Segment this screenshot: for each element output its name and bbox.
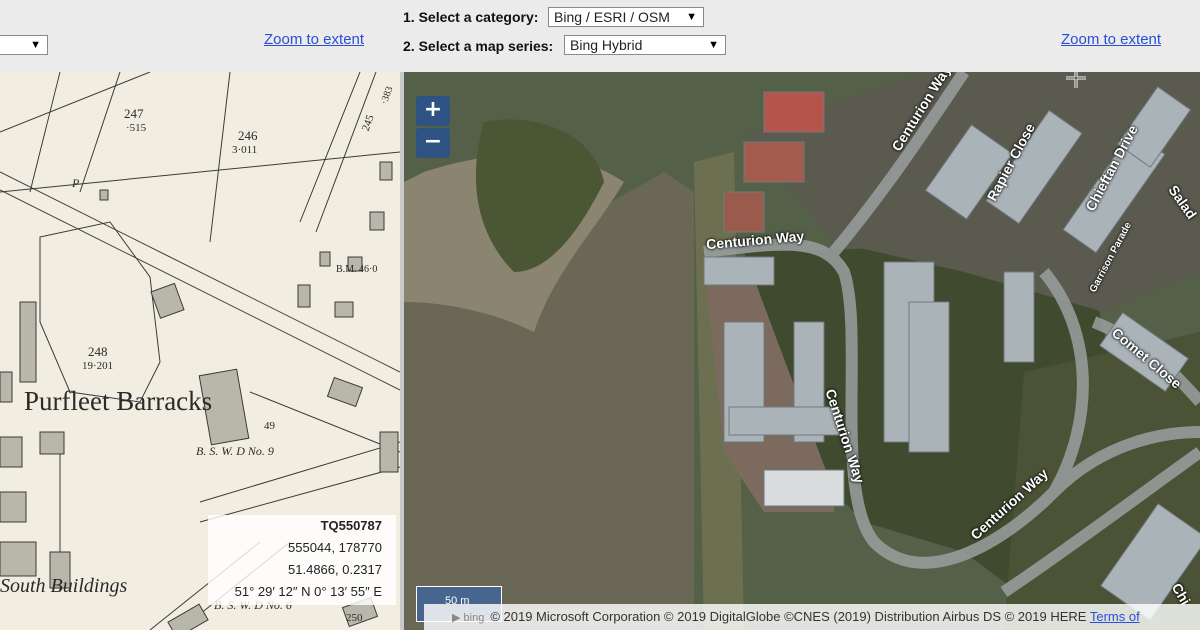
category-label: 1. Select a category: xyxy=(403,9,539,25)
bing-logo-text: bing xyxy=(463,612,485,624)
map-series-label: 2. Select a map series: xyxy=(403,38,554,54)
parcel-250-label: 250 xyxy=(346,612,363,624)
easting-northing: 555044, 178770 xyxy=(288,540,382,555)
south-buildings-label: South Buildings xyxy=(0,575,128,597)
right-zoom-to-extent-link[interactable]: Zoom to extent xyxy=(1061,31,1161,48)
category-select-value: Bing / ESRI / OSM xyxy=(554,9,670,25)
category-select[interactable]: Bing / ESRI / OSM ▼ xyxy=(548,7,704,27)
left-zoom-to-extent-link[interactable]: Zoom to extent xyxy=(264,31,364,48)
chevron-down-icon: ▼ xyxy=(686,11,697,23)
left-series-select[interactable]: ▼ xyxy=(0,35,48,55)
toolbar: ▼ Zoom to extent 1. Select a category: B… xyxy=(0,0,1200,72)
aerial-map[interactable]: + − Centurion Way Centurion Way Centurio… xyxy=(404,72,1200,630)
chevron-down-icon: ▼ xyxy=(30,39,41,51)
chevron-down-icon: ▼ xyxy=(708,39,719,51)
benchmark-label: B.M. 46·0 xyxy=(336,264,378,275)
parcel-247-area: ·515 xyxy=(126,122,147,134)
attribution-text: © 2019 Microsoft Corporation © 2019 Digi… xyxy=(490,609,1087,624)
dms-lat-lon: 51° 29′ 12″ N 0° 13′ 55″ E xyxy=(234,584,382,599)
attribution-bar: ▶ bing © 2019 Microsoft Corporation © 201… xyxy=(424,604,1200,630)
bsw-d9-label: B. S. W. D No. 9 xyxy=(196,444,274,458)
aerial-imagery xyxy=(404,72,1200,630)
p-mark-label: P xyxy=(72,176,80,190)
parcel-246-label: 246 xyxy=(238,128,258,143)
bing-logo: ▶ bing xyxy=(452,612,485,624)
crosshair-cursor-icon xyxy=(1066,72,1086,88)
zoom-out-button[interactable]: − xyxy=(416,128,450,158)
map-series-select-value: Bing Hybrid xyxy=(570,37,643,53)
terms-of-use-link[interactable]: Terms of xyxy=(1090,609,1140,624)
decimal-lat-lon: 51.4866, 0.2317 xyxy=(288,562,382,577)
grid-reference: TQ550787 xyxy=(320,518,382,533)
purfleet-barracks-label: Purfleet Barracks xyxy=(24,386,213,416)
parcel-248-area: 19·201 xyxy=(82,360,114,372)
zoom-in-button[interactable]: + xyxy=(416,96,450,126)
parcel-248-label: 248 xyxy=(88,344,108,359)
parcel-49-label: 49 xyxy=(264,420,275,432)
coordinate-readout: TQ550787 555044, 178770 51.4866, 0.2317 … xyxy=(208,515,396,605)
parcel-246-area: 3·011 xyxy=(232,144,258,156)
map-series-select[interactable]: Bing Hybrid ▼ xyxy=(564,35,726,55)
parcel-247-label: 247 xyxy=(124,106,144,121)
